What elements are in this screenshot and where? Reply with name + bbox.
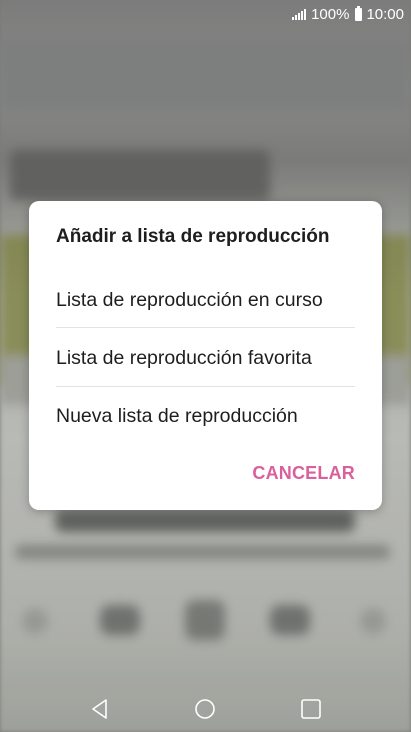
back-icon[interactable] <box>89 698 111 720</box>
battery-percent: 100% <box>311 5 350 23</box>
add-to-playlist-dialog: Añadir a lista de reproducción Lista de … <box>29 201 382 510</box>
home-icon[interactable] <box>194 698 216 720</box>
recent-apps-icon[interactable] <box>300 698 322 720</box>
option-favorite-playlist[interactable]: Lista de reproducción favorita <box>56 329 355 387</box>
battery-icon <box>355 5 363 21</box>
navigation-bar <box>0 684 411 732</box>
option-new-playlist[interactable]: Nueva lista de reproducción <box>56 387 355 445</box>
clock: 10:00 <box>366 5 404 23</box>
divider <box>56 327 355 328</box>
option-current-playlist[interactable]: Lista de reproducción en curso <box>56 271 355 329</box>
status-bar: 100% 10:00 <box>0 0 411 28</box>
cancel-button[interactable]: CANCELAR <box>252 463 355 484</box>
screen: 100% 10:00 Añadir a lista de reproducció… <box>0 0 411 732</box>
dialog-title: Añadir a lista de reproducción <box>56 226 330 247</box>
signal-icon <box>292 8 307 20</box>
